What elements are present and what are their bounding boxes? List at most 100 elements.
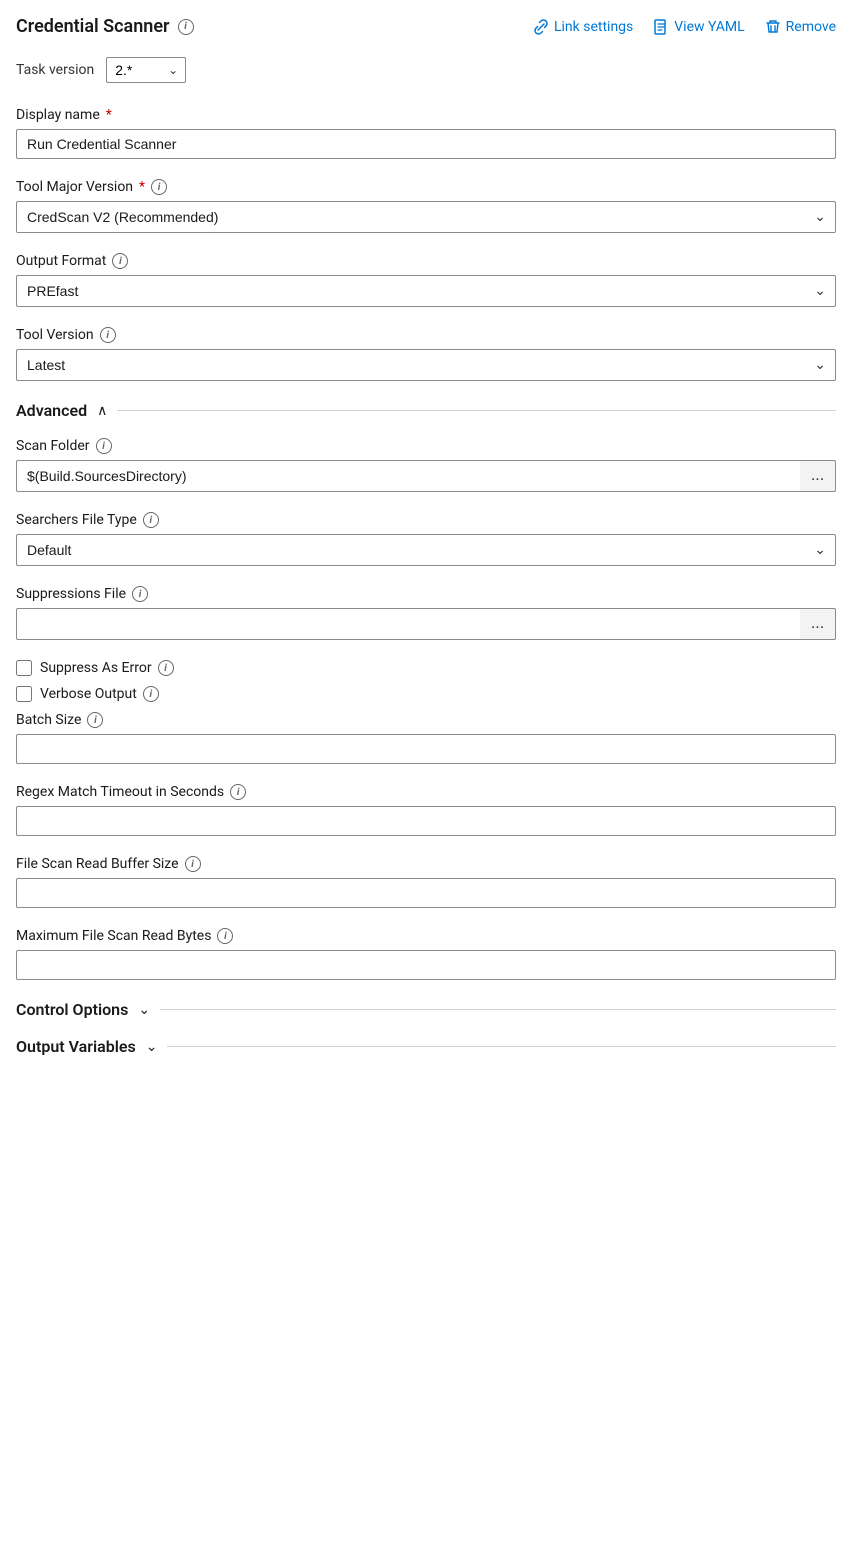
display-name-label: Display name <box>16 107 100 123</box>
remove-button[interactable]: Remove <box>765 19 836 35</box>
regex-match-timeout-label: Regex Match Timeout in Seconds <box>16 784 224 800</box>
link-settings-label: Link settings <box>554 19 633 35</box>
page-title: Credential Scanner <box>16 16 170 37</box>
scan-folder-label: Scan Folder <box>16 438 90 454</box>
control-options-section-title: Control Options <box>16 1000 128 1019</box>
output-variables-section-title: Output Variables <box>16 1037 136 1056</box>
output-format-select[interactable]: PREfast TSV CSV <box>16 275 836 307</box>
regex-match-timeout-info-icon[interactable]: i <box>230 784 246 800</box>
suppressions-file-browse-button[interactable]: ... <box>800 608 836 640</box>
tool-version-group: Tool Version i Latest 1.0.0 ⌄ <box>16 327 836 381</box>
batch-size-label-row: Batch Size i <box>16 712 836 728</box>
control-options-section-header[interactable]: Control Options ⌄ <box>16 1000 836 1019</box>
searchers-file-type-group: Searchers File Type i Default Custom ⌄ <box>16 512 836 566</box>
maximum-file-scan-read-bytes-info-icon[interactable]: i <box>217 928 233 944</box>
file-scan-read-buffer-size-group: File Scan Read Buffer Size i <box>16 856 836 908</box>
scan-folder-info-icon[interactable]: i <box>96 438 112 454</box>
tool-version-label-row: Tool Version i <box>16 327 836 343</box>
header-actions: Link settings View YAML Remove <box>533 19 836 35</box>
searchers-file-type-info-icon[interactable]: i <box>143 512 159 528</box>
regex-match-timeout-label-row: Regex Match Timeout in Seconds i <box>16 784 836 800</box>
batch-size-group: Batch Size i <box>16 712 836 764</box>
scan-folder-input-wrapper: ... <box>16 460 836 492</box>
display-name-group: Display name * <box>16 107 836 159</box>
tool-major-version-label: Tool Major Version <box>16 179 133 195</box>
link-settings-button[interactable]: Link settings <box>533 19 633 35</box>
output-variables-section-header[interactable]: Output Variables ⌄ <box>16 1037 836 1056</box>
batch-size-info-icon[interactable]: i <box>87 712 103 728</box>
display-name-required: * <box>106 107 112 123</box>
suppress-as-error-label: Suppress As Error i <box>40 660 174 676</box>
suppressions-file-label: Suppressions File <box>16 586 126 602</box>
advanced-section-title: Advanced <box>16 401 87 420</box>
task-version-label: Task version <box>16 62 94 78</box>
page-header: Credential Scanner i Link settings View … <box>16 16 836 37</box>
output-variables-section-line <box>167 1046 836 1047</box>
maximum-file-scan-read-bytes-label: Maximum File Scan Read Bytes <box>16 928 211 944</box>
remove-label: Remove <box>786 19 836 35</box>
file-scan-read-buffer-size-info-icon[interactable]: i <box>185 856 201 872</box>
suppressions-file-input-wrapper: ... <box>16 608 836 640</box>
output-variables-chevron-icon[interactable]: ⌄ <box>146 1039 158 1055</box>
output-format-label-row: Output Format i <box>16 253 836 269</box>
searchers-file-type-select[interactable]: Default Custom <box>16 534 836 566</box>
searchers-file-type-label-row: Searchers File Type i <box>16 512 836 528</box>
advanced-section-header[interactable]: Advanced ∧ <box>16 401 836 420</box>
batch-size-label: Batch Size <box>16 712 81 728</box>
tool-major-version-label-row: Tool Major Version * i <box>16 179 836 195</box>
output-format-label: Output Format <box>16 253 106 269</box>
view-yaml-button[interactable]: View YAML <box>653 19 744 35</box>
tool-version-label: Tool Version <box>16 327 94 343</box>
tool-major-version-select[interactable]: CredScan V2 (Recommended) CredScan V1 <box>16 201 836 233</box>
link-icon <box>533 19 549 35</box>
suppress-as-error-info-icon[interactable]: i <box>158 660 174 676</box>
verbose-output-label: Verbose Output i <box>40 686 159 702</box>
batch-size-input[interactable] <box>16 734 836 764</box>
scan-folder-input[interactable] <box>16 460 800 492</box>
output-format-select-wrapper: PREfast TSV CSV ⌄ <box>16 275 836 307</box>
maximum-file-scan-read-bytes-label-row: Maximum File Scan Read Bytes i <box>16 928 836 944</box>
suppress-as-error-checkbox[interactable] <box>16 660 32 676</box>
trash-icon <box>765 19 781 35</box>
tool-version-select-wrapper: Latest 1.0.0 ⌄ <box>16 349 836 381</box>
display-name-input[interactable] <box>16 129 836 159</box>
output-format-group: Output Format i PREfast TSV CSV ⌄ <box>16 253 836 307</box>
searchers-file-type-select-wrapper: Default Custom ⌄ <box>16 534 836 566</box>
suppressions-file-input[interactable] <box>16 608 800 640</box>
yaml-icon <box>653 19 669 35</box>
file-scan-read-buffer-size-label: File Scan Read Buffer Size <box>16 856 179 872</box>
control-options-chevron-icon[interactable]: ⌄ <box>138 1002 150 1018</box>
file-scan-read-buffer-size-input[interactable] <box>16 878 836 908</box>
display-name-label-row: Display name * <box>16 107 836 123</box>
tool-version-info-icon[interactable]: i <box>100 327 116 343</box>
scan-folder-browse-button[interactable]: ... <box>800 460 836 492</box>
tool-major-version-group: Tool Major Version * i CredScan V2 (Reco… <box>16 179 836 233</box>
verbose-output-info-icon[interactable]: i <box>143 686 159 702</box>
output-format-info-icon[interactable]: i <box>112 253 128 269</box>
tool-major-version-select-wrapper: CredScan V2 (Recommended) CredScan V1 ⌄ <box>16 201 836 233</box>
view-yaml-label: View YAML <box>674 19 744 35</box>
task-version-select-wrapper: 2.* 1.* 3.* ⌄ <box>106 57 186 83</box>
verbose-output-row: Verbose Output i <box>16 686 836 702</box>
header-left: Credential Scanner i <box>16 16 194 37</box>
verbose-output-checkbox[interactable] <box>16 686 32 702</box>
searchers-file-type-label: Searchers File Type <box>16 512 137 528</box>
advanced-chevron-icon[interactable]: ∧ <box>97 403 107 419</box>
maximum-file-scan-read-bytes-input[interactable] <box>16 950 836 980</box>
regex-match-timeout-input[interactable] <box>16 806 836 836</box>
suppressions-file-group: Suppressions File i ... <box>16 586 836 640</box>
suppressions-file-info-icon[interactable]: i <box>132 586 148 602</box>
regex-match-timeout-group: Regex Match Timeout in Seconds i <box>16 784 836 836</box>
tool-version-select[interactable]: Latest 1.0.0 <box>16 349 836 381</box>
scan-folder-label-row: Scan Folder i <box>16 438 836 454</box>
tool-major-version-info-icon[interactable]: i <box>151 179 167 195</box>
control-options-section-line <box>160 1009 836 1010</box>
suppress-as-error-row: Suppress As Error i <box>16 660 836 676</box>
task-version-row: Task version 2.* 1.* 3.* ⌄ <box>16 57 836 83</box>
title-info-icon[interactable]: i <box>178 19 194 35</box>
maximum-file-scan-read-bytes-group: Maximum File Scan Read Bytes i <box>16 928 836 980</box>
task-version-select[interactable]: 2.* 1.* 3.* <box>106 57 186 83</box>
suppressions-file-label-row: Suppressions File i <box>16 586 836 602</box>
scan-folder-group: Scan Folder i ... <box>16 438 836 492</box>
tool-major-version-required: * <box>139 179 145 195</box>
